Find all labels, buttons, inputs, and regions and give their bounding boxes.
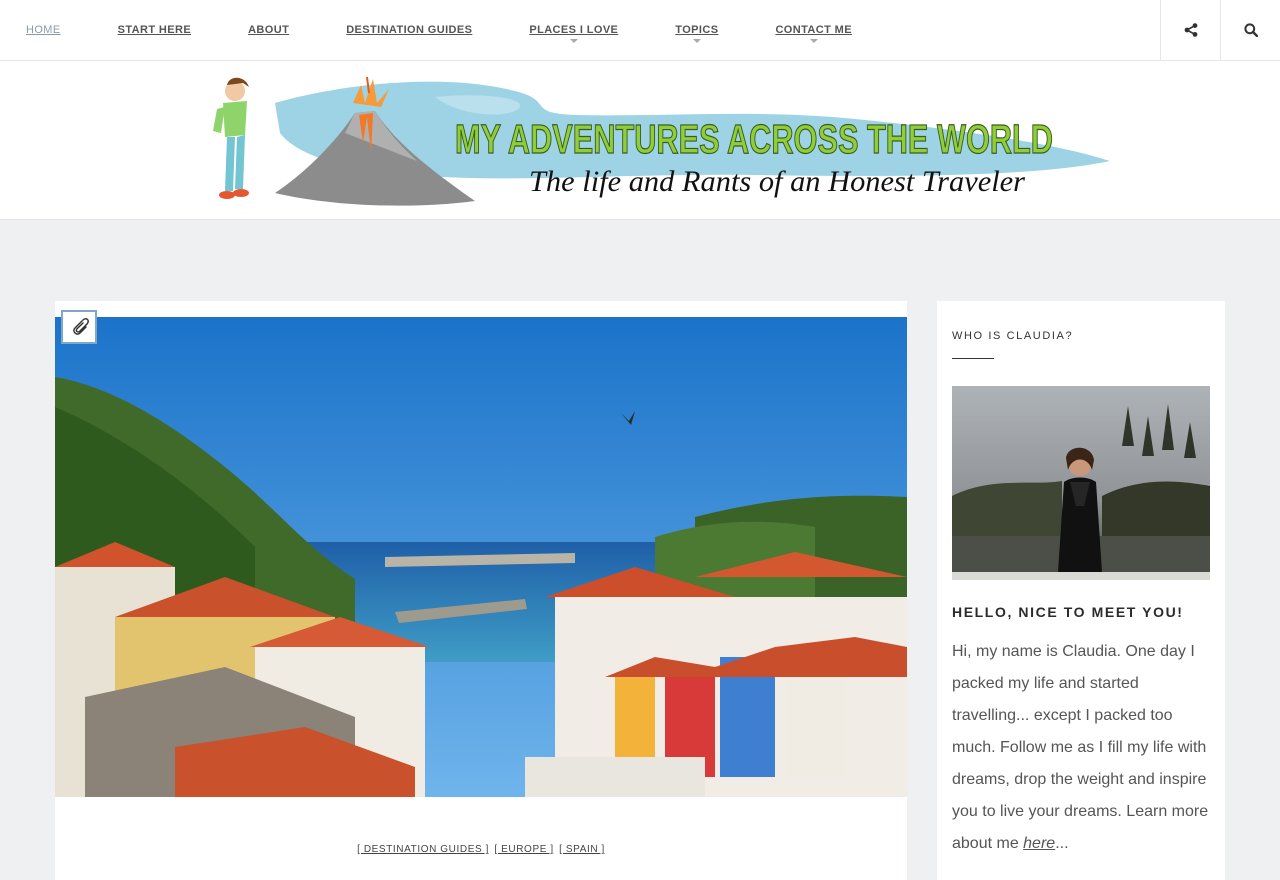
search-icon <box>1243 23 1258 37</box>
sidebar: WHO IS CLAUDIA? HELLO, NICE TO MEET YOU!… <box>937 301 1225 880</box>
nav-item-label: CONTACT ME <box>775 24 852 36</box>
nav-item-label: ABOUT <box>248 24 290 36</box>
widget-title: WHO IS CLAUDIA? <box>952 330 1074 342</box>
nav-item-about[interactable]: ABOUT <box>248 24 289 36</box>
nav-item-label: HOME <box>26 24 61 36</box>
site-header-banner: MY ADVENTURES ACROSS THE WORLD The life … <box>0 61 1280 220</box>
category-link-spain[interactable]: [ SPAIN ] <box>559 844 605 855</box>
caret-down-icon <box>692 39 701 43</box>
greeting-title: HELLO, NICE TO MEET YOU! <box>952 604 1184 620</box>
about-me-link[interactable]: here <box>1023 835 1055 852</box>
nav-item-label: PLACES I LOVE <box>529 24 619 36</box>
site-logo[interactable]: MY ADVENTURES ACROSS THE WORLD The life … <box>195 73 1115 219</box>
post-format-badge[interactable] <box>61 310 97 344</box>
author-bio-suffix: ... <box>1055 835 1069 852</box>
nav-item-places-i-love[interactable]: PLACES I LOVE <box>529 24 619 43</box>
nav-item-destination-guides[interactable]: DESTINATION GUIDES <box>346 24 472 36</box>
share-icon <box>1184 23 1197 37</box>
post-card: [ DESTINATION GUIDES ] [ EUROPE ] [ SPAI… <box>55 301 907 880</box>
nav-item-contact-me[interactable]: CONTACT ME <box>775 24 852 43</box>
paperclip-icon <box>73 318 89 335</box>
post-categories: [ DESTINATION GUIDES ] [ EUROPE ] [ SPAI… <box>55 844 907 855</box>
widget-title-divider <box>952 358 994 359</box>
top-navigation: HOME START HERE ABOUT DESTINATION GUIDES… <box>0 0 1280 61</box>
author-bio: Hi, my name is Claudia. One day I packed… <box>952 636 1214 860</box>
post-featured-image[interactable] <box>55 317 907 797</box>
profile-photo <box>952 386 1210 580</box>
search-button[interactable] <box>1220 0 1280 60</box>
banner-tagline: The life and Rants of an Honest Traveler <box>529 165 1025 198</box>
nav-item-label: TOPICS <box>675 24 719 36</box>
nav-item-home[interactable]: HOME <box>26 24 61 36</box>
nav-item-label: START HERE <box>117 24 192 36</box>
caret-down-icon <box>809 39 818 43</box>
category-link-europe[interactable]: [ EUROPE ] <box>494 844 553 855</box>
share-button[interactable] <box>1160 0 1220 60</box>
nav-item-label: DESTINATION GUIDES <box>346 24 473 36</box>
banner-title: MY ADVENTURES ACROSS THE WORLD <box>455 116 1053 162</box>
nav-item-topics[interactable]: TOPICS <box>675 24 719 43</box>
category-link-destination-guides[interactable]: [ DESTINATION GUIDES ] <box>357 844 489 855</box>
author-bio-text: Hi, my name is Claudia. One day I packed… <box>952 643 1209 852</box>
nav-item-start-here[interactable]: START HERE <box>118 24 191 36</box>
author-portrait-photo <box>952 386 1210 580</box>
nav-menu: HOME START HERE ABOUT DESTINATION GUIDES… <box>26 0 909 60</box>
coastal-town-photo <box>55 317 907 797</box>
caret-down-icon <box>569 39 578 43</box>
